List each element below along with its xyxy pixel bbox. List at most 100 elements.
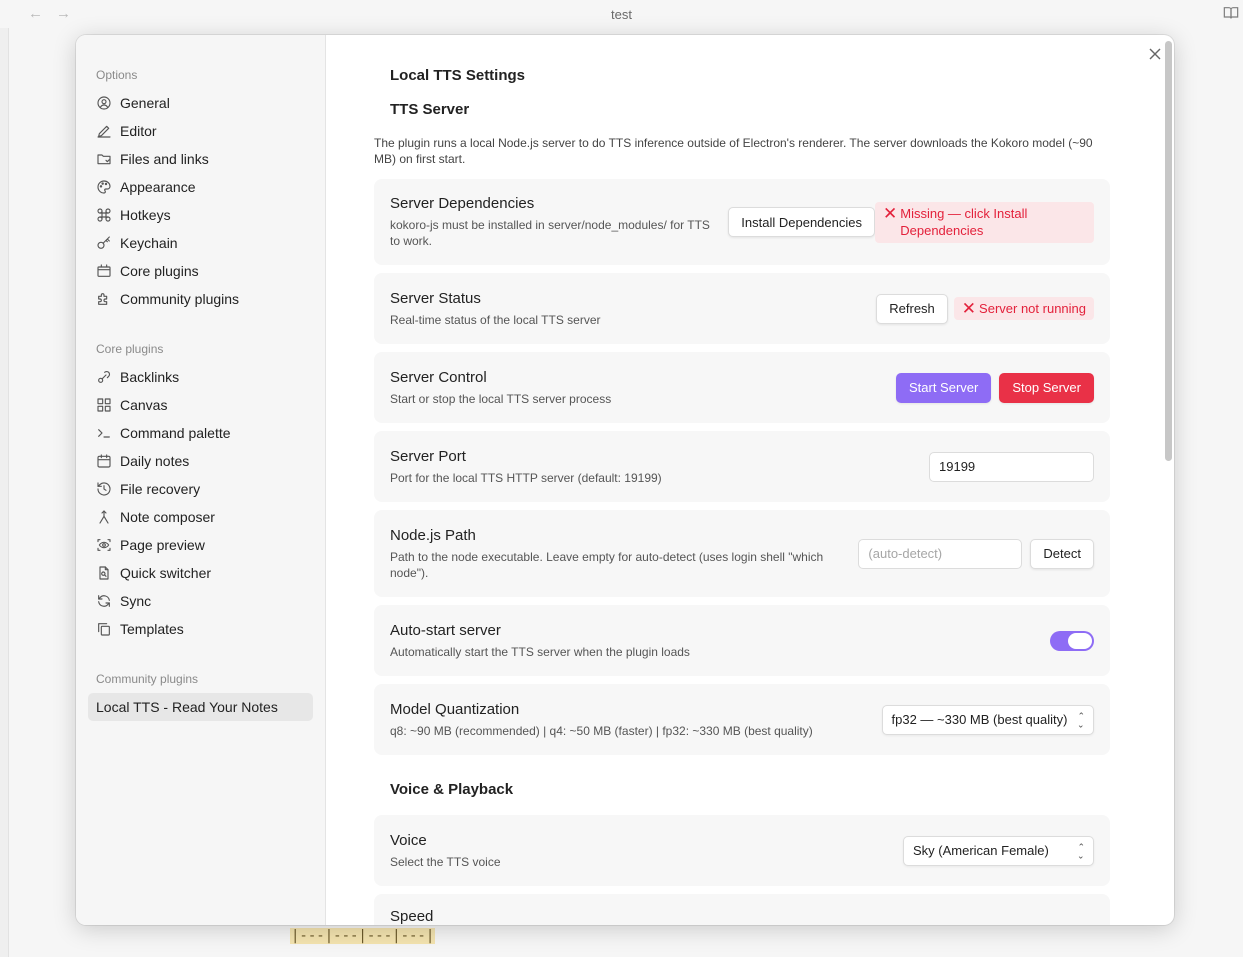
setting-name: Voice (390, 831, 427, 849)
sidebar-item-label: Hotkeys (120, 207, 171, 223)
sidebar-item-sync[interactable]: Sync (88, 587, 313, 615)
detect-button[interactable]: Detect (1030, 538, 1094, 569)
grid-icon (97, 398, 111, 412)
setting-info: Server Control Start or stop the local T… (390, 369, 896, 407)
forward-arrow-icon[interactable]: → (56, 5, 71, 22)
options-group: Options General Editor Files and links Appe… (88, 65, 313, 313)
palette-icon (97, 180, 111, 194)
sidebar-item-note-composer[interactable]: Note composer (88, 503, 313, 531)
sidebar-item-community-plugins[interactable]: Community plugins (88, 285, 313, 313)
sidebar-item-daily-notes[interactable]: Daily notes (88, 447, 313, 475)
sidebar-item-keychain[interactable]: Keychain (88, 229, 313, 257)
setting-description: q8: ~90 MB (recommended) | q4: ~50 MB (f… (390, 723, 813, 738)
server-status-text: Server not running (979, 301, 1086, 316)
setting-info: Server Dependencies kokoro-js must be in… (390, 195, 720, 249)
sidebar-item-backlinks[interactable]: Backlinks (88, 363, 313, 391)
sidebar-item-general[interactable]: General (88, 89, 313, 117)
setting-name: Auto-start server (390, 621, 501, 639)
voice-select[interactable]: Sky (American Female) ⌃ ⌃ (903, 835, 1094, 866)
quantization-selected-value: fp32 — ~330 MB (best quality) (891, 712, 1068, 727)
setting-name: Model Quantization (390, 700, 520, 718)
setting-description: Real-time status of the local TTS server (390, 312, 601, 327)
sidebar-item-label: Community plugins (120, 291, 240, 307)
left-ribbon (0, 28, 9, 957)
sidebar-item-file-recovery[interactable]: File recovery (88, 475, 313, 503)
sidebar-item-files-and-links[interactable]: Files and links (88, 145, 313, 173)
sidebar-item-command-palette[interactable]: Command palette (88, 419, 313, 447)
setting-voice: Voice Select the TTS voice Sky (American… (374, 815, 1110, 886)
terminal-icon (98, 429, 110, 438)
window-titlebar: ← → test (0, 0, 1243, 28)
calendar-icon (97, 454, 111, 468)
refresh-button[interactable]: Refresh (876, 293, 948, 324)
book-open-icon[interactable] (1223, 5, 1239, 26)
setting-name: Server Status (390, 289, 481, 307)
page-title: Local TTS Settings (390, 66, 526, 84)
select-chevron-icon: ⌃ ⌃ (1077, 710, 1085, 729)
sidebar-item-quick-switcher[interactable]: Quick switcher (88, 559, 313, 587)
sidebar-item-local-tts-read-your-notes[interactable]: Local TTS - Read Your Notes (88, 693, 313, 721)
error-x-icon: ✕ (883, 203, 898, 223)
setting-description: Path to the node executable. Leave empty… (390, 549, 824, 580)
toggle-knob (1068, 632, 1092, 649)
community-plugins-list: Local TTS - Read Your Notes (88, 693, 313, 721)
dependencies-status-text: Missing — click Install Dependencies (900, 205, 1028, 238)
sidebar-item-hotkeys[interactable]: Hotkeys (88, 201, 313, 229)
sidebar-item-label: Appearance (120, 179, 196, 195)
sidebar-item-editor[interactable]: Editor (88, 117, 313, 145)
setting-description: Select the TTS voice (390, 854, 501, 869)
back-arrow-icon[interactable]: ← (28, 5, 43, 22)
setting-controls: Refresh ✕ Server not running (876, 293, 1094, 324)
sidebar-item-label: Quick switcher (120, 565, 212, 581)
quantization-select[interactable]: fp32 — ~330 MB (best quality) ⌃ ⌃ (881, 704, 1094, 735)
scrollbar-thumb[interactable] (1165, 41, 1172, 461)
setting-description: kokoro-js must be installed in server/no… (390, 218, 710, 248)
setting-server-port: Server Port Port for the local TTS HTTP … (374, 431, 1110, 502)
setting-description: Port for the local TTS HTTP server (defa… (390, 470, 662, 485)
options-heading: Options (96, 68, 138, 82)
start-server-button[interactable]: Start Server (895, 372, 992, 403)
setting-description: Start or stop the local TTS server proce… (390, 391, 612, 406)
sidebar-item-page-preview[interactable]: Page preview (88, 531, 313, 559)
sidebar-item-label: Files and links (120, 151, 209, 167)
sidebar-item-label: Canvas (120, 397, 168, 413)
nodejs-path-input[interactable] (858, 538, 1023, 569)
setting-info: Model Quantization q8: ~90 MB (recommend… (390, 701, 882, 739)
sidebar-item-label: Core plugins (120, 263, 199, 279)
setting-controls: Sky (American Female) ⌃ ⌃ (903, 835, 1094, 866)
setting-controls: Install Dependencies ✕ Missing — click I… (728, 201, 1094, 243)
pencil-icon (97, 125, 111, 138)
sidebar-item-core-plugins[interactable]: Core plugins (88, 257, 313, 285)
auto-start-toggle[interactable] (1050, 630, 1094, 651)
setting-name: Speed (390, 908, 434, 925)
setting-name: Server Dependencies (390, 195, 535, 212)
setting-controls (1050, 630, 1094, 651)
sidebar-item-canvas[interactable]: Canvas (88, 391, 313, 419)
sidebar-item-templates[interactable]: Templates (88, 615, 313, 643)
sidebar-item-appearance[interactable]: Appearance (88, 173, 313, 201)
copy-icon (98, 623, 110, 636)
user-circle-icon (97, 96, 111, 110)
sidebar-item-label: General (120, 95, 170, 111)
merge-icon (99, 510, 109, 524)
settings-modal: Options General Editor Files and links Appe… (76, 35, 1174, 925)
file-search-icon (99, 566, 109, 580)
close-icon[interactable] (1146, 45, 1164, 63)
sidebar-item-label: Editor (120, 123, 157, 139)
history-icon (97, 482, 111, 496)
key-icon (97, 236, 110, 249)
setting-model-quantization: Model Quantization q8: ~90 MB (recommend… (374, 684, 1110, 755)
sync-icon (98, 595, 110, 607)
folder-icon (97, 154, 111, 165)
install-dependencies-button[interactable]: Install Dependencies (728, 207, 875, 237)
server-port-input[interactable] (929, 451, 1094, 482)
core-plugins-heading: Core plugins (96, 342, 164, 356)
stop-server-button[interactable]: Stop Server (999, 372, 1094, 403)
setting-name: Server Port (390, 447, 466, 465)
community-plugins-group: Community plugins Local TTS - Read Your … (88, 669, 313, 721)
puzzle-icon (98, 293, 108, 305)
dependencies-status-badge: ✕ Missing — click Install Dependencies (875, 201, 1094, 243)
sidebar-item-label: Daily notes (120, 453, 190, 469)
settings-content: Local TTS Settings TTS Server The plugin… (326, 35, 1174, 925)
background-table-fragment: |---|---|---|---| (290, 928, 436, 944)
